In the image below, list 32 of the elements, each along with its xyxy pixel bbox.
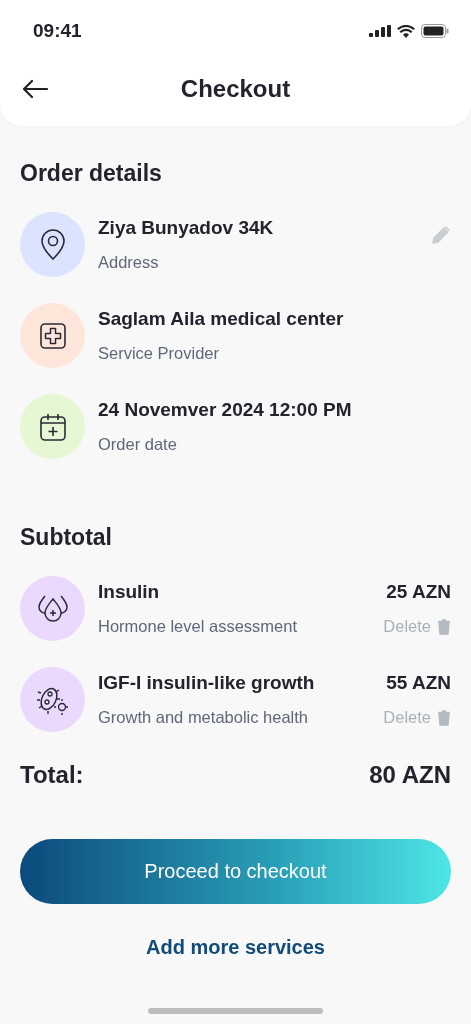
- wifi-icon: [397, 24, 415, 38]
- section-title: Order details: [20, 160, 163, 187]
- detail-title: Ziya Bunyadov 34K: [98, 217, 275, 239]
- delete-button[interactable]: Delete: [383, 617, 451, 636]
- service-price: 55 AZN: [386, 672, 451, 694]
- service-description: Hormone level assessment: [98, 617, 297, 636]
- back-button[interactable]: [22, 79, 48, 99]
- service-name: Insulin: [98, 581, 160, 603]
- signal-icon: [369, 25, 391, 37]
- location-pin-icon: [38, 228, 67, 261]
- status-time: 09:41: [33, 20, 82, 42]
- checkout-button[interactable]: Proceed to checkout: [20, 839, 451, 904]
- detail-title: Saglam Aila medical center: [98, 308, 345, 330]
- detail-label: Address: [98, 253, 160, 272]
- detail-label: Service Provider: [98, 344, 221, 363]
- trash-icon: [437, 618, 451, 635]
- detail-title: 24 Novemver 2024 12:00 PM: [98, 399, 353, 421]
- section-title: Subtotal: [20, 524, 113, 551]
- battery-icon: [421, 24, 449, 38]
- add-services-link[interactable]: Add more services: [146, 936, 325, 959]
- trash-icon: [437, 709, 451, 726]
- calendar-icon: [39, 412, 66, 441]
- total-label: Total:: [20, 761, 84, 789]
- service-description: Growth and metabolic health: [98, 708, 309, 727]
- page-title: Checkout: [180, 75, 291, 103]
- total-amount: 80 AZN: [369, 761, 451, 789]
- service-name: IGF-I insulin-like growth: [98, 672, 315, 694]
- detail-label: Order date: [98, 435, 178, 454]
- medical-cross-icon: [39, 322, 66, 349]
- delete-button[interactable]: Delete: [383, 708, 451, 727]
- drops-icon: [35, 593, 70, 624]
- service-price: 25 AZN: [386, 581, 451, 603]
